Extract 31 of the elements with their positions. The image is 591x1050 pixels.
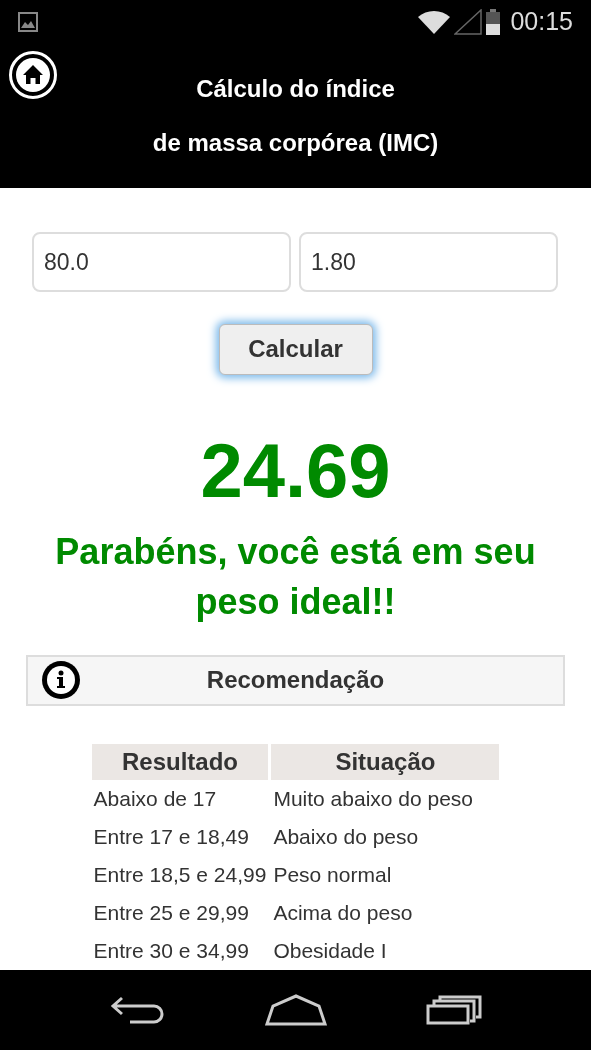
table-cell-text: Peso normal — [272, 862, 393, 889]
input-field[interactable]: 1.80 — [299, 232, 558, 292]
table-cell-text: Obesidade I — [272, 938, 388, 965]
header-title: Cálculo do índice — [196, 77, 395, 101]
table-cell-text: Abaixo de 17 — [92, 786, 218, 813]
input-field[interactable]: 80.0 — [32, 232, 291, 292]
home-icon — [16, 58, 50, 92]
table-cell-text: Muito abaixo do peso — [272, 786, 475, 813]
table-cell-text: Abaixo do peso — [272, 824, 420, 851]
back-icon[interactable] — [109, 995, 166, 1025]
signal-icon — [454, 9, 483, 35]
info-icon — [42, 661, 80, 700]
home-icon[interactable] — [264, 994, 327, 1026]
table-cell-text: Entre 30 e 34,99 — [92, 938, 250, 965]
column-header: Resultado — [91, 744, 269, 780]
column-header: Situação — [271, 744, 500, 780]
calculate-button[interactable]: Calcular — [218, 324, 373, 375]
home-button[interactable] — [9, 51, 57, 99]
result-message: Parabéns, você está em seu peso ideal!! — [54, 529, 537, 624]
wifi-icon — [418, 10, 451, 34]
table-cell-text: Entre 18,5 e 24,99 — [92, 862, 268, 889]
status-time: 00:15 — [510, 6, 573, 38]
result-value: 24.69 — [200, 432, 391, 509]
recent-apps-icon[interactable] — [425, 995, 482, 1025]
recommendation-panel[interactable]: Recomendação — [26, 654, 565, 706]
image-icon — [18, 12, 38, 32]
table-cell-text: Entre 25 e 29,99 — [92, 900, 250, 927]
battery-icon — [486, 9, 501, 35]
table-cell-text: Acima do peso — [272, 900, 414, 927]
header-title: de massa corpórea (IMC) — [152, 131, 439, 155]
table-cell-text: Entre 17 e 18,49 — [92, 824, 250, 851]
